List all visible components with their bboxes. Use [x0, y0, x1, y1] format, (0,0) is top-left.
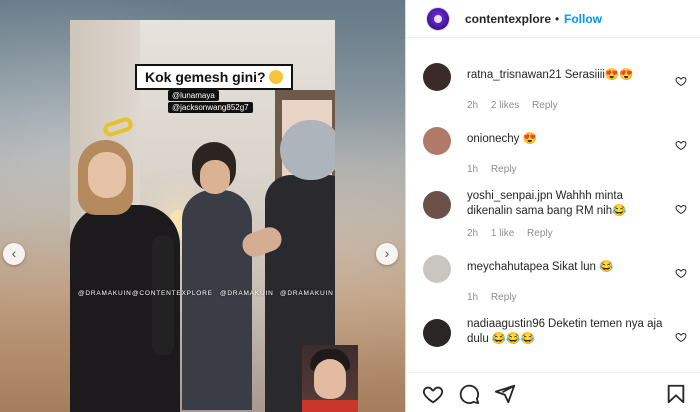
avatar[interactable]	[423, 63, 451, 91]
comment-item: ratna_trisnawan21 Serasiiii😍😍 2h 2 likes …	[406, 55, 700, 119]
comment-username[interactable]: yoshi_senpai.jpn	[467, 190, 553, 202]
comment-item: meychahutapea Sikat lun 😂 1h Reply	[406, 247, 700, 311]
watermark: @DRAMAKUIN	[220, 290, 274, 297]
avatar[interactable]	[423, 319, 451, 347]
heart-icon[interactable]	[675, 331, 687, 343]
comment-text: 😍	[522, 133, 537, 145]
comment-username[interactable]: onionechy	[467, 133, 519, 145]
avatar[interactable]	[423, 191, 451, 219]
heart-icon[interactable]	[675, 267, 687, 279]
watermark: @DRAMAKUIN	[78, 290, 132, 297]
smile-emoji-icon	[268, 70, 283, 84]
comment-username[interactable]: meychahutapea	[467, 261, 549, 273]
bookmark-icon[interactable]	[665, 383, 687, 405]
comment-text: Serasiiii😍😍	[564, 69, 634, 81]
comment-username[interactable]: ratna_trisnawan21	[467, 69, 562, 81]
carousel-next-button[interactable]: ›	[376, 243, 398, 265]
comment-text: Sikat lun 😂	[551, 261, 614, 273]
comment-list[interactable]: ratna_trisnawan21 Serasiiii😍😍 2h 2 likes …	[406, 55, 700, 375]
username-link[interactable]: contentexplore	[465, 12, 551, 26]
share-icon[interactable]	[494, 383, 516, 405]
comment-item: yoshi_senpai.jpn Wahhh minta dikenalin sa…	[406, 183, 700, 247]
heart-icon[interactable]	[422, 383, 444, 405]
comment-item: onionechy 😍 1h Reply	[406, 119, 700, 183]
reply-button[interactable]: Reply	[491, 292, 517, 303]
heart-icon[interactable]	[675, 75, 687, 87]
watermark: @DRAMAKUIN	[280, 290, 334, 297]
comment-time: 2h	[467, 228, 479, 239]
comment-likes[interactable]: 1 like	[491, 228, 514, 239]
reply-button[interactable]: Reply	[491, 164, 517, 175]
comment-time: 1h	[467, 292, 479, 303]
post-header: contentexplore • Follow	[406, 0, 700, 38]
person-man-1	[182, 190, 252, 410]
mention-tag: @jacksonwang852g7	[168, 102, 253, 113]
follow-button[interactable]: Follow	[564, 12, 602, 26]
mention-tag: @lunamaya	[168, 90, 219, 101]
action-bar	[406, 372, 700, 412]
heart-icon[interactable]	[675, 139, 687, 151]
avatar[interactable]	[426, 7, 450, 31]
avatar[interactable]	[423, 127, 451, 155]
carousel-prev-button[interactable]: ‹	[3, 243, 25, 265]
separator-dot: •	[555, 12, 560, 26]
watermark: @CONTENTEXPLORE	[132, 290, 213, 297]
comment-likes[interactable]: 2 likes	[491, 100, 519, 111]
comment-username[interactable]: nadiaagustin96	[467, 318, 545, 330]
comment-time: 2h	[467, 100, 479, 111]
post-media[interactable]: Kok gemesh gini? @lunamaya @jacksonwang8…	[0, 0, 405, 412]
comment-item: nadiaagustin96 Deketin temen nya aja dulu…	[406, 311, 700, 375]
heart-icon[interactable]	[675, 203, 687, 215]
story-image: Kok gemesh gini? @lunamaya @jacksonwang8…	[70, 20, 335, 412]
post-sidebar: contentexplore • Follow ratna_trisnawan2…	[405, 0, 700, 412]
reply-button[interactable]: Reply	[527, 228, 553, 239]
reply-button[interactable]: Reply	[532, 100, 558, 111]
comment-time: 1h	[467, 164, 479, 175]
story-caption: Kok gemesh gini?	[135, 64, 293, 90]
comment-icon[interactable]	[458, 383, 480, 405]
inset-photo	[302, 345, 358, 412]
avatar[interactable]	[423, 255, 451, 283]
